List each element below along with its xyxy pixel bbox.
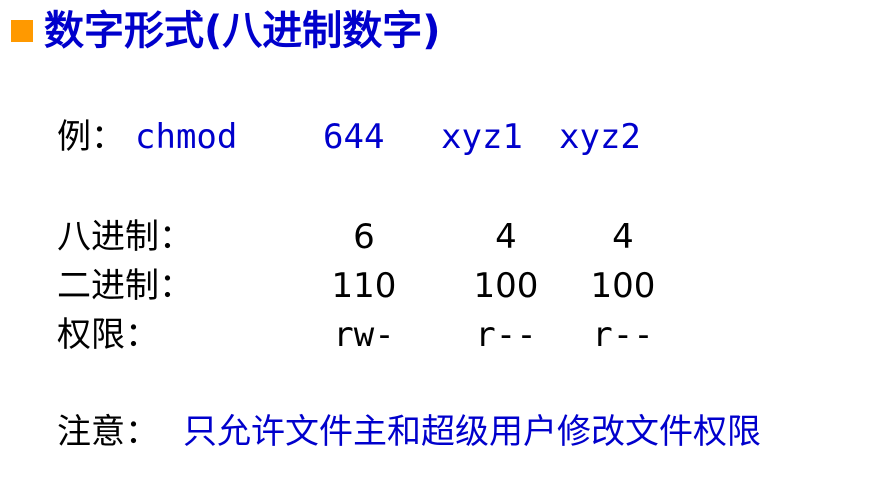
binary-row-label: 二进制： <box>57 266 193 306</box>
binary-value-other: 100 <box>590 266 656 306</box>
binary-value-owner: 110 <box>331 266 397 306</box>
permission-value-owner: rw- <box>333 315 395 355</box>
note-text: 只允许文件主和超级用户修改文件权限 <box>183 412 761 452</box>
example-mode: 644 <box>323 117 385 157</box>
title-bullet-icon <box>11 20 33 42</box>
octal-value-other: 4 <box>612 217 634 257</box>
permission-value-other: r-- <box>592 315 654 355</box>
slide-title: 数字形式(八进制数字) <box>44 8 441 54</box>
example-label: 例： <box>57 117 125 157</box>
permission-row-label: 权限： <box>57 315 159 355</box>
octal-row-label: 八进制： <box>57 217 193 257</box>
example-file2: xyz2 <box>559 117 641 157</box>
example-file1: xyz1 <box>441 117 523 157</box>
note-label: 注意： <box>57 412 159 452</box>
example-command: chmod <box>135 117 238 157</box>
permission-value-group: r-- <box>475 315 537 355</box>
octal-value-group: 4 <box>495 217 517 257</box>
octal-value-owner: 6 <box>353 217 375 257</box>
binary-value-group: 100 <box>473 266 539 306</box>
